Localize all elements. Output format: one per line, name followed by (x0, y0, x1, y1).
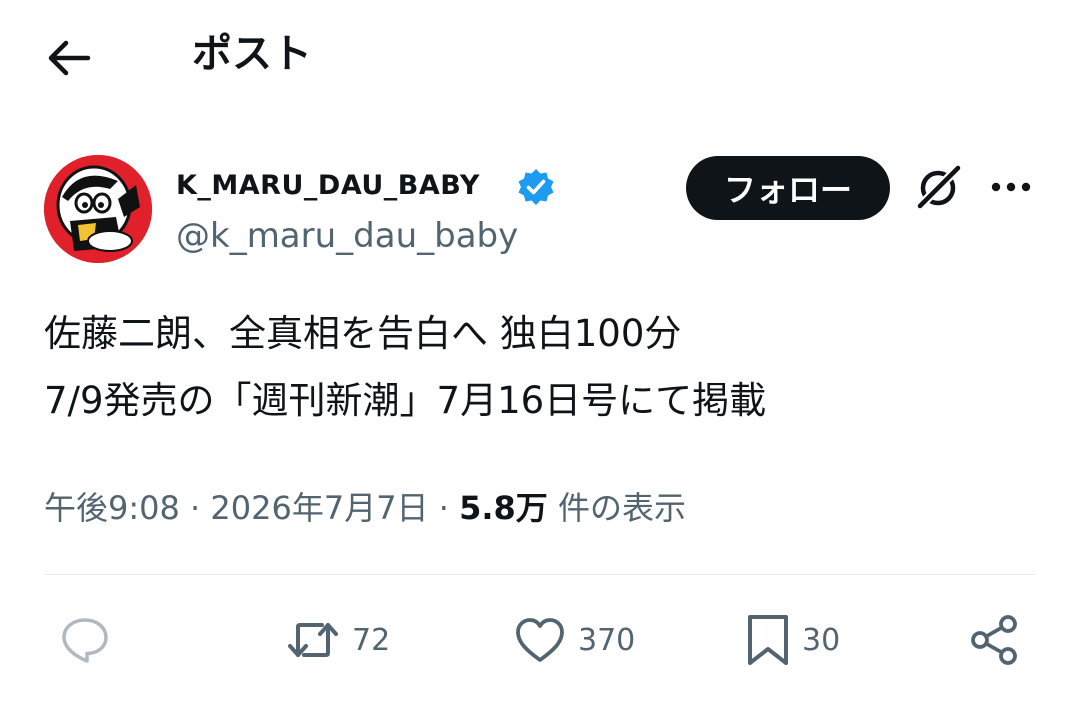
tweet-meta: 午後9:08 · 2026年7月7日 · 5.8万 件の表示 (44, 484, 686, 532)
back-button[interactable] (40, 30, 96, 86)
more-options-button[interactable] (986, 160, 1036, 214)
verified-badge-icon (516, 167, 556, 207)
reply-icon (62, 618, 108, 663)
heart-icon (516, 618, 564, 662)
arrow-left-icon (48, 40, 91, 76)
page-title: ポスト (192, 31, 312, 77)
tweet-text-line: 佐藤二朗、全真相を告白へ 独白100分 (44, 312, 682, 355)
grok-button[interactable] (912, 160, 966, 214)
like-button[interactable]: 370 (512, 610, 635, 670)
share-icon (971, 615, 1017, 665)
more-horizontal-icon (991, 182, 1031, 192)
tweet-date[interactable]: 2026年7月7日 (210, 489, 428, 527)
share-button[interactable] (968, 610, 1022, 670)
avatar[interactable] (44, 155, 152, 263)
bookmark-count: 30 (802, 622, 841, 658)
reply-button[interactable] (58, 610, 112, 670)
retweet-icon (288, 623, 338, 657)
meta-separator: · (190, 489, 201, 527)
follow-button[interactable]: フォロー (686, 156, 890, 220)
views-count: 5.8万 (459, 489, 548, 527)
tweet-text-line: 7/9発売の「週刊新潮」7月16日号にて掲載 (44, 379, 767, 422)
bookmark-button[interactable]: 30 (744, 610, 840, 670)
retweet-count: 72 (352, 622, 391, 658)
meta-separator: · (438, 489, 449, 527)
divider (44, 574, 1036, 575)
author-handle[interactable]: @k_maru_dau_baby (176, 214, 518, 258)
avatar-illustration (44, 155, 152, 263)
tweet-time[interactable]: 午後9:08 (44, 489, 180, 527)
grok-icon (916, 164, 962, 210)
like-count: 370 (578, 622, 636, 658)
author-display-name[interactable]: K_MARU_DAU_BABY (176, 168, 480, 204)
bookmark-icon (748, 615, 788, 665)
views-label: 件の表示 (557, 489, 686, 527)
retweet-button[interactable]: 72 (284, 610, 390, 670)
